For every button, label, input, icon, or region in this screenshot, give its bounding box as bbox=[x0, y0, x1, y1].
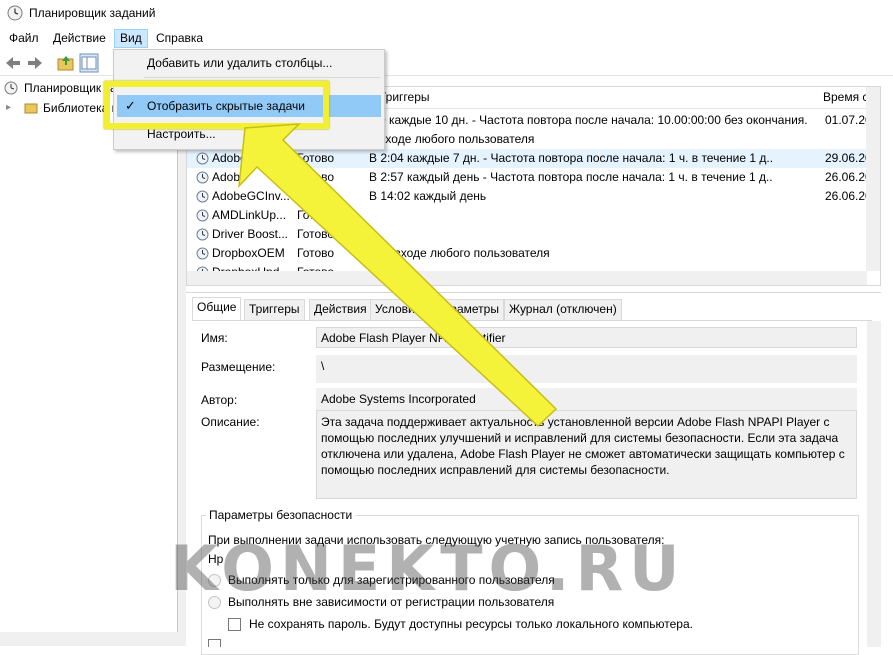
cell-next-run: 26.06.20 bbox=[825, 189, 867, 203]
horizontal-scrollbar[interactable] bbox=[187, 271, 867, 285]
table-row[interactable]: Driver Boost... Готово bbox=[187, 225, 867, 244]
pane-splitter[interactable] bbox=[178, 77, 186, 646]
cell-name: Driver Boost... bbox=[212, 227, 289, 241]
cell-status: Готово bbox=[297, 170, 335, 184]
clock-icon bbox=[196, 190, 209, 203]
menu-help[interactable]: Справка bbox=[151, 29, 208, 48]
clock-icon bbox=[196, 152, 209, 165]
name-label: Имя: bbox=[201, 331, 228, 345]
location-field[interactable]: \ bbox=[316, 355, 857, 383]
tab-history[interactable]: Журнал (отключен) bbox=[504, 299, 622, 320]
menu-separator bbox=[144, 77, 380, 78]
menu-bar: Файл Действие Вид Справка bbox=[0, 28, 893, 49]
tab-general[interactable]: Общие bbox=[192, 297, 242, 321]
chevron-right-icon[interactable]: ▸ bbox=[6, 99, 11, 117]
account-prompt: При выполнении задачи использовать следу… bbox=[208, 533, 665, 547]
table-row[interactable]: DropboxOEM Готово При входе любого пользов… bbox=[187, 244, 867, 263]
cell-status: Готово bbox=[297, 246, 335, 260]
menu-item-label: Добавить или удалить столбцы... bbox=[147, 56, 333, 70]
menu-item-add-remove-columns[interactable]: Добавить или удалить столбцы... bbox=[117, 52, 381, 74]
table-row[interactable]: Adobe Готово В 2:04 каждые 7 дн. - Частота… bbox=[187, 149, 867, 168]
forward-arrow-icon[interactable] bbox=[25, 53, 45, 73]
tab-settings[interactable]: Параметры bbox=[430, 299, 504, 320]
clock-icon bbox=[196, 209, 209, 222]
column-header-triggers[interactable]: Триггеры bbox=[379, 90, 430, 104]
cell-next-run: 26.06.20 bbox=[825, 170, 867, 184]
option-logged-on-label: Выполнять только для зарегистрированного… bbox=[228, 573, 555, 587]
task-details: Общие Триггеры Действия Условия Параметр… bbox=[186, 292, 881, 655]
cell-name: Adobe bbox=[212, 151, 247, 165]
radio-any-user[interactable] bbox=[208, 596, 221, 609]
description-label: Описание: bbox=[201, 415, 260, 429]
table-row[interactable]: AMDLinkUp... Готово bbox=[187, 206, 867, 225]
cell-trigger: В 14:02 каждый день bbox=[369, 189, 487, 203]
vertical-scrollbar[interactable] bbox=[866, 87, 880, 271]
table-row[interactable]: AdobeGCInv... Готово В 14:02 каждый день 26… bbox=[187, 187, 867, 206]
window-title: Планировщик заданий bbox=[29, 6, 156, 20]
account-value: Нр bbox=[208, 552, 224, 566]
cell-status: Готово bbox=[297, 151, 335, 165]
folder-up-icon[interactable] bbox=[56, 53, 76, 73]
cell-name: Adobe bbox=[212, 170, 247, 184]
menu-file[interactable]: Файл bbox=[4, 29, 44, 48]
cell-status: Готово bbox=[297, 189, 335, 203]
clock-icon bbox=[7, 5, 23, 21]
name-field[interactable]: Adobe Flash Player NPAPI Notifier bbox=[316, 327, 857, 348]
clock-icon bbox=[196, 247, 209, 260]
cell-status: Готово bbox=[297, 227, 335, 241]
security-title: Параметры безопасности bbox=[206, 508, 356, 522]
table-row[interactable]: Adobe Готово В 2:57 каждый день - Частота … bbox=[187, 168, 867, 187]
column-header-next-run[interactable]: Время с bbox=[823, 90, 868, 104]
tab-actions[interactable]: Действия bbox=[309, 299, 372, 320]
cell-next-run: 01.07.20 bbox=[825, 113, 867, 127]
cell-trigger: В 2:04 каждые 7 дн. - Частота повтора по… bbox=[369, 151, 774, 165]
cell-status: Готово bbox=[297, 208, 335, 222]
menu-view[interactable]: Вид bbox=[114, 29, 148, 48]
cell-trigger: и входе любого пользователя bbox=[369, 132, 535, 146]
show-hide-panel-icon[interactable] bbox=[79, 53, 99, 73]
cell-name: DropboxOEM bbox=[212, 246, 285, 260]
tab-conditions[interactable]: Условия bbox=[370, 299, 427, 320]
tab-triggers[interactable]: Триггеры bbox=[244, 299, 305, 320]
radio-logged-on[interactable] bbox=[208, 574, 221, 587]
checkbox-dont-store-password[interactable] bbox=[228, 618, 241, 631]
annotation-highlight-box bbox=[104, 81, 329, 129]
author-label: Автор: bbox=[201, 393, 238, 407]
folder-icon bbox=[24, 103, 38, 114]
option-any-user-label: Выполнять вне зависимости от регистрации… bbox=[228, 595, 555, 609]
navigation-tree: Планировщик заданий (Локальный) ▸ Библио… bbox=[0, 77, 243, 646]
cell-name: AMDLinkUp... bbox=[212, 208, 287, 222]
vertical-scrollbar[interactable] bbox=[867, 321, 881, 647]
location-label: Размещение: bbox=[201, 360, 276, 374]
description-field[interactable]: Эта задача поддерживает актуальность уст… bbox=[316, 410, 857, 499]
cell-name: AdobeGCInv... bbox=[212, 189, 290, 203]
tab-divider bbox=[192, 320, 872, 321]
clock-icon bbox=[4, 81, 18, 95]
author-field[interactable]: Adobe Systems Incorporated bbox=[316, 388, 857, 410]
cell-trigger: При входе любого пользователя bbox=[369, 246, 550, 260]
menu-action[interactable]: Действие bbox=[48, 29, 111, 48]
title-bar: Планировщик заданий bbox=[0, 0, 893, 28]
horizontal-scrollbar[interactable] bbox=[0, 632, 178, 646]
cell-next-run: 29.06.20 bbox=[825, 151, 867, 165]
clock-icon bbox=[196, 228, 209, 241]
clock-icon bbox=[196, 171, 209, 184]
cell-trigger: В 2:57 каждый день - Частота повтора пос… bbox=[369, 170, 773, 184]
dont-store-password-label: Не сохранять пароль. Будут доступны ресу… bbox=[249, 617, 693, 631]
back-arrow-icon[interactable] bbox=[3, 53, 23, 73]
cell-trigger: :00 каждые 10 дн. - Частота повтора посл… bbox=[369, 113, 808, 127]
